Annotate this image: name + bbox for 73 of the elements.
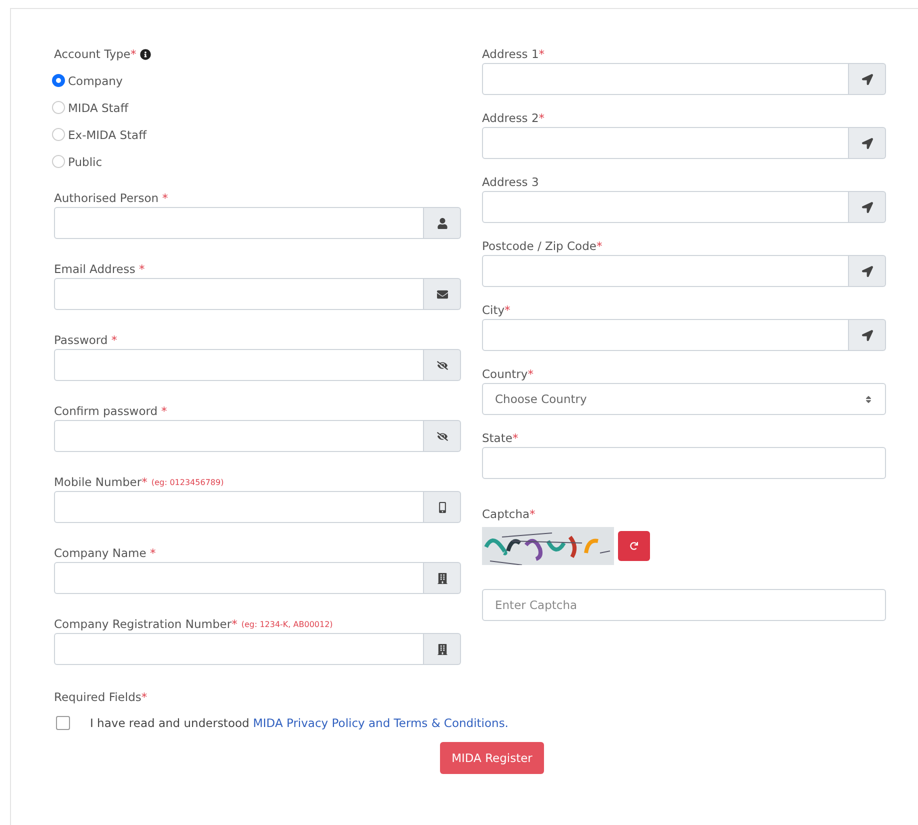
field-label: Address 2 [482,111,539,125]
field-label: Mobile Number [54,475,142,489]
required-mark: * [512,431,518,445]
refresh-icon [630,542,638,550]
field-label: City [482,303,505,317]
field-label: Required Fields [54,690,142,704]
text-field[interactable] [54,278,424,310]
field-label: Company Registration Number [54,617,232,631]
text-field[interactable] [482,191,849,223]
required-mark: * [110,333,118,347]
register-button[interactable]: MIDA Register [440,742,544,774]
radio-button[interactable] [52,74,65,87]
radio-button[interactable] [52,155,65,168]
user-icon [424,207,461,239]
envelope-icon [424,278,461,310]
country-select[interactable]: Choose Country [482,383,886,415]
radio-label[interactable]: Public [68,154,102,168]
field-label: Email Address [54,262,136,276]
field-hint: (eg: 0123456789) [151,478,224,486]
required-mark: * [138,262,145,276]
field-label: Confirm password [54,404,158,418]
required-mark: * [596,239,602,253]
field-hint: (eg: 1234-K, AB00012) [241,620,333,628]
radio-label[interactable]: MIDA Staff [68,100,128,114]
required-mark: * [130,47,136,61]
required-mark: * [538,47,545,61]
agreement-text: I have read and understood MIDA Privacy Policy and Terms & Conditions. [90,716,508,730]
required-mark: * [232,617,238,631]
text-field[interactable] [54,562,424,594]
required-mark: * [504,303,510,317]
text-field[interactable] [482,63,849,95]
field-label: Postcode / Zip Code [482,239,596,253]
text-field[interactable] [482,447,886,479]
required-mark: * [142,475,148,489]
radio-label[interactable]: Ex-MIDA Staff [68,128,146,142]
required-mark: * [160,404,167,418]
text-field[interactable] [54,420,424,452]
field-label: Captcha [482,507,530,521]
field-label: Password [54,333,108,347]
mobile-phone-icon [424,491,461,523]
checkbox[interactable] [56,716,70,730]
field-label: Authorised Person [54,191,159,205]
text-field[interactable] [482,255,849,287]
radio-label[interactable]: Company [68,74,123,88]
field-label: Account Type [54,47,131,61]
field-label: Country [482,367,528,381]
radio-button[interactable] [52,101,65,114]
radio-button[interactable] [52,128,65,141]
info-icon [140,48,152,60]
text-field[interactable] [54,633,424,665]
building-icon [424,633,461,665]
captcha-field[interactable]: Enter Captcha [482,589,886,621]
required-mark: * [530,507,536,521]
text-field[interactable] [482,127,849,159]
required-mark: * [538,111,545,125]
required-mark: * [141,690,148,704]
building-icon [424,562,461,594]
text-field[interactable] [54,207,424,239]
field-label: Company Name [54,546,146,560]
required-mark: * [161,191,168,205]
sort-icon [864,394,873,404]
eye-slash-icon [424,349,461,381]
required-mark: * [148,546,156,560]
eye-slash-icon [424,420,461,452]
text-field[interactable] [54,349,424,381]
field-label: State [482,431,512,445]
text-field[interactable] [54,491,424,523]
text-field[interactable] [482,319,849,351]
field-label: Address 3 [482,175,539,189]
refresh-button[interactable] [618,531,650,561]
field-label: Address 1 [482,47,539,61]
required-mark: * [528,367,534,381]
terms-link[interactable]: MIDA Privacy Policy and Terms & Conditions. [252,716,508,730]
